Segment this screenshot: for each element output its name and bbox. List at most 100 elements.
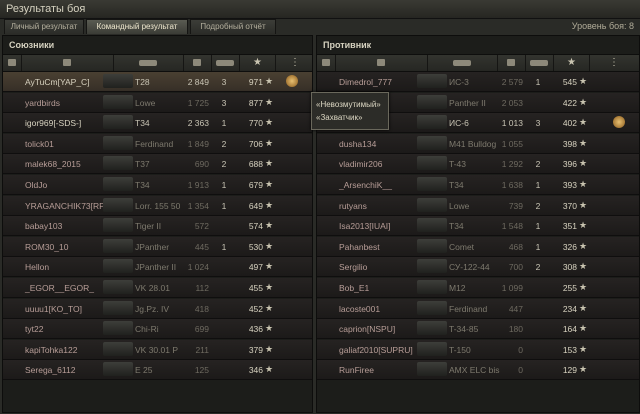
player-name: uuuu1[KO_TO]	[25, 303, 83, 314]
player-row[interactable]: galiaf2010[SUPRU] T-150 0 153 ★	[317, 339, 639, 360]
player-name: igor969[-SDS-]	[25, 118, 82, 129]
player-name: Hellon	[25, 262, 50, 273]
kills-column-header[interactable]	[211, 55, 240, 71]
damage-icon	[507, 59, 515, 66]
player-row[interactable]: tolick01 Ferdinand 1 849 2 706 ★	[3, 133, 312, 154]
xp-value: 679	[248, 180, 263, 190]
player-row[interactable]: babay103 Tiger II 572 574 ★	[3, 216, 312, 237]
player-column-header[interactable]	[21, 55, 114, 71]
vehicle-name: Ferdinand	[135, 138, 174, 149]
vehicle-image	[103, 300, 133, 315]
player-row[interactable]: Hellon JPanther II 1 024 497 ★	[3, 257, 312, 278]
achievements-column-header[interactable]: ⋮	[275, 55, 312, 71]
star-icon: ★	[265, 240, 274, 251]
xp-value: 234	[562, 303, 577, 314]
tab-detailed-report[interactable]: Подробный отчёт	[190, 19, 276, 34]
achievements-column-header[interactable]: ⋮	[589, 55, 639, 71]
player-row[interactable]: Dimedrol_777 ИС-3 2 579 1 545 ★	[317, 72, 639, 92]
player-row[interactable]: Sergilio СУ-122-44 700 2 308 ★	[317, 257, 639, 278]
vehicle-image	[103, 341, 133, 356]
tab-personal-result[interactable]: Личный результат	[4, 19, 84, 34]
medal-icon[interactable]	[613, 116, 625, 129]
tab-team-result[interactable]: Командный результат	[86, 19, 188, 34]
medal-icon[interactable]	[286, 75, 298, 87]
player-name: Sergilio	[339, 262, 368, 273]
star-icon: ★	[579, 199, 588, 210]
player-row[interactable]: yardbirds Lowe 1 725 3 877 ★	[3, 92, 312, 113]
xp-value: 370	[562, 200, 577, 211]
xp-value: 379	[248, 344, 263, 355]
vehicle-image	[417, 341, 447, 356]
star-icon: ★	[579, 302, 588, 313]
vehicle-name: T-34-85	[449, 324, 479, 335]
player-name: galiaf2010[SUPRU]	[339, 344, 413, 355]
damage-value: 0	[518, 344, 523, 355]
xp-value: 971	[248, 77, 263, 87]
xp-column-header[interactable]: ★	[239, 55, 276, 71]
vehicle-image	[417, 238, 447, 253]
player-row[interactable]: dusha134 M41 Bulldog 1 055 398 ★	[317, 133, 639, 154]
player-row[interactable]: lacoste001 Ferdinand 447 234 ★	[317, 298, 639, 319]
player-row[interactable]: OldJo T34 1 913 1 679 ★	[3, 175, 312, 195]
damage-column-header[interactable]	[497, 55, 526, 71]
damage-value: 690	[194, 159, 209, 170]
window-titlebar: Результаты боя	[0, 0, 640, 19]
kills-value: 1	[535, 241, 541, 252]
vehicle-image	[417, 218, 447, 233]
vehicle-image	[103, 218, 133, 233]
vehicle-name: T34	[449, 221, 464, 232]
damage-icon	[193, 59, 201, 66]
player-row[interactable]: uuuu1[KO_TO] Jg.Pz. IV 418 452 ★	[3, 298, 312, 319]
player-name: ROM30_10	[25, 241, 69, 252]
kills-column-header[interactable]	[525, 55, 554, 71]
player-row[interactable]: _ArsenchiK__ T34 1 638 1 393 ★	[317, 175, 639, 195]
vehicle-image	[103, 74, 133, 88]
vehicle-column-header[interactable]	[427, 55, 498, 71]
player-row[interactable]: _EGOR__EGOR_ VK 28.01 112 455 ★	[3, 278, 312, 298]
player-row[interactable]: tyt22 Chi-Ri 699 436 ★	[3, 319, 312, 340]
squad-column-header[interactable]	[317, 55, 336, 71]
tank-icon	[453, 60, 471, 66]
player-row[interactable]: ROM30_10 JPanther 445 1 530 ★	[3, 236, 312, 257]
player-row[interactable]: AyTuCm[YAP_C] T28 2 849 3 971 ★	[3, 72, 312, 92]
vehicle-column-header[interactable]	[113, 55, 184, 71]
player-name: caprion[NSPU]	[339, 324, 396, 335]
player-row[interactable]: Serega_6112 E 25 125 346 ★	[3, 360, 312, 381]
damage-value: 211	[195, 344, 209, 355]
star-icon: ★	[579, 179, 588, 189]
player-row[interactable]: kapiTohka122 VK 30.01 P 211 379 ★	[3, 339, 312, 360]
damage-column-header[interactable]	[183, 55, 212, 71]
player-row[interactable]: igor969[-SDS-] T34 2 363 1 770 ★	[3, 113, 312, 134]
damage-value: 1 849	[187, 138, 209, 149]
damage-value: 0	[518, 365, 523, 376]
xp-column-header[interactable]: ★	[553, 55, 590, 71]
player-row[interactable]: YRAGANCHIK73[RP-] Lorr. 155 50 1 354 1 649 ★	[3, 195, 312, 216]
vehicle-image	[417, 115, 447, 130]
squad-column-header[interactable]	[3, 55, 22, 71]
star-icon: ★	[579, 343, 588, 354]
player-row[interactable]: Pahanbest Comet 468 1 326 ★	[317, 236, 639, 257]
player-row[interactable]: Bob_E1 M12 1 099 255 ★	[317, 278, 639, 298]
kills-value: 1	[221, 200, 227, 211]
allies-title: Союзники	[9, 40, 55, 50]
player-row[interactable]: vladimir206 T-43 1 292 2 396 ★	[317, 154, 639, 175]
player-row[interactable]: RunFiree AMX ELC bis 0 129 ★	[317, 360, 639, 381]
star-icon: ★	[265, 261, 274, 272]
player-column-header[interactable]	[335, 55, 428, 71]
player-row[interactable]: caprion[NSPU] T-34-85 180 164 ★	[317, 319, 639, 340]
player-name: yardbirds	[25, 97, 60, 108]
player-name: Dimedrol_777	[339, 77, 392, 87]
xp-value: 308	[562, 262, 577, 273]
star-icon: ★	[579, 96, 588, 107]
xp-value: 545	[562, 77, 577, 87]
vehicle-name: ИС-6	[449, 118, 469, 129]
player-row[interactable]: rutyans Lowe 739 2 370 ★	[317, 195, 639, 216]
damage-value: 418	[194, 303, 209, 314]
player-name: vladimir206	[339, 159, 383, 170]
player-row[interactable]: malek68_2015 T37 690 2 688 ★	[3, 154, 312, 175]
star-icon: ★	[579, 261, 588, 272]
player-row[interactable]: Isa2013[IUAI] T34 1 548 1 351 ★	[317, 216, 639, 237]
damage-value: 2 579	[501, 77, 523, 87]
damage-value: 1 548	[501, 221, 523, 232]
squad-icon	[322, 59, 330, 66]
